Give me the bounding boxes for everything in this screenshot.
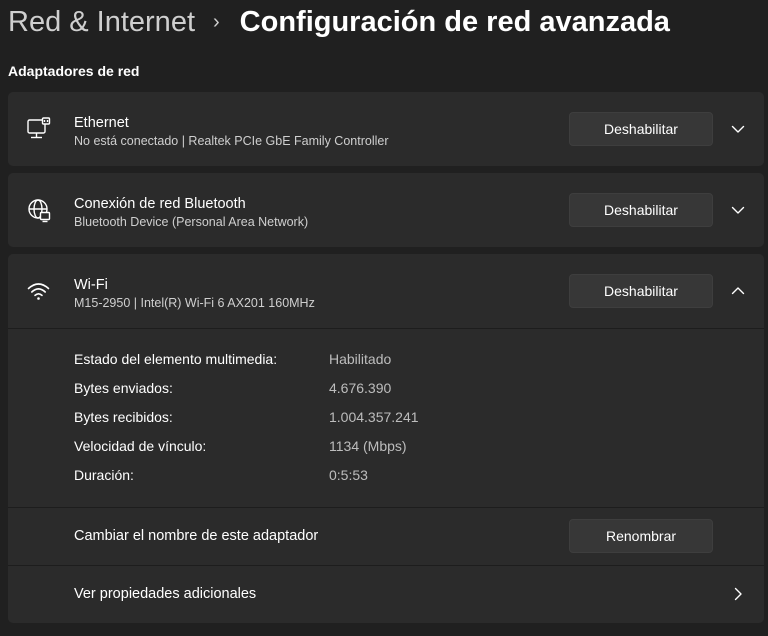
- chevron-down-icon[interactable]: [728, 200, 748, 220]
- adapter-header-wifi[interactable]: Wi-Fi M15-2950 | Intel(R) Wi-Fi 6 AX201 …: [8, 254, 764, 328]
- detail-value: 4.676.390: [329, 380, 392, 396]
- wifi-icon: [26, 278, 52, 304]
- adapter-header-bluetooth[interactable]: Conexión de red Bluetooth Bluetooth Devi…: [8, 173, 764, 247]
- rename-adapter-row: Cambiar el nombre de este adaptador Reno…: [8, 508, 764, 565]
- disable-bluetooth-button[interactable]: Deshabilitar: [569, 193, 713, 227]
- chevron-right-icon[interactable]: [728, 584, 748, 604]
- breadcrumb-separator-icon: ›: [213, 10, 220, 33]
- adapter-description: Bluetooth Device (Personal Area Network): [74, 215, 309, 229]
- section-title: Adaptadores de red: [8, 63, 140, 79]
- adapter-description: No está conectado | Realtek PCIe GbE Fam…: [74, 134, 389, 148]
- detail-row: Velocidad de vínculo: 1134 (Mbps): [74, 438, 407, 458]
- detail-label: Velocidad de vínculo:: [74, 438, 207, 454]
- adapter-name: Wi-Fi: [74, 277, 108, 293]
- globe-network-icon: [26, 197, 52, 223]
- detail-label: Bytes enviados:: [74, 380, 173, 396]
- detail-row: Bytes recibidos: 1.004.357.241: [74, 409, 419, 429]
- disable-ethernet-button[interactable]: Deshabilitar: [569, 112, 713, 146]
- rename-button[interactable]: Renombrar: [569, 519, 713, 553]
- detail-row: Duración: 0:5:53: [74, 467, 368, 487]
- adapter-name: Conexión de red Bluetooth: [74, 196, 246, 212]
- disable-wifi-button[interactable]: Deshabilitar: [569, 274, 713, 308]
- more-properties-label: Ver propiedades adicionales: [74, 586, 257, 602]
- breadcrumb: Red & Internet › Configuración de red av…: [8, 0, 670, 44]
- detail-label: Bytes recibidos:: [74, 409, 173, 425]
- chevron-down-icon[interactable]: [728, 119, 748, 139]
- adapter-name: Ethernet: [74, 115, 129, 131]
- wifi-details: Estado del elemento multimedia: Habilita…: [8, 329, 764, 507]
- page-title: Configuración de red avanzada: [239, 5, 670, 38]
- detail-value: 1.004.357.241: [329, 409, 419, 425]
- detail-value: 0:5:53: [329, 467, 368, 483]
- more-properties-row[interactable]: Ver propiedades adicionales: [8, 566, 764, 623]
- detail-row: Bytes enviados: 4.676.390: [74, 380, 391, 400]
- detail-value: 1134 (Mbps): [329, 438, 407, 454]
- adapter-card-wifi: Wi-Fi M15-2950 | Intel(R) Wi-Fi 6 AX201 …: [8, 254, 764, 623]
- adapter-description: M15-2950 | Intel(R) Wi-Fi 6 AX201 160MHz: [74, 296, 315, 310]
- adapter-card-ethernet: Ethernet No está conectado | Realtek PCI…: [8, 92, 764, 166]
- detail-value: Habilitado: [329, 351, 392, 367]
- adapter-header-ethernet[interactable]: Ethernet No está conectado | Realtek PCI…: [8, 92, 764, 166]
- detail-label: Duración:: [74, 467, 134, 483]
- detail-row: Estado del elemento multimedia: Habilita…: [74, 351, 391, 371]
- detail-label: Estado del elemento multimedia:: [74, 351, 278, 367]
- breadcrumb-parent-link[interactable]: Red & Internet: [8, 6, 195, 39]
- ethernet-icon: [26, 116, 52, 142]
- chevron-up-icon[interactable]: [728, 281, 748, 301]
- rename-adapter-label: Cambiar el nombre de este adaptador: [74, 528, 319, 544]
- adapter-card-bluetooth: Conexión de red Bluetooth Bluetooth Devi…: [8, 173, 764, 247]
